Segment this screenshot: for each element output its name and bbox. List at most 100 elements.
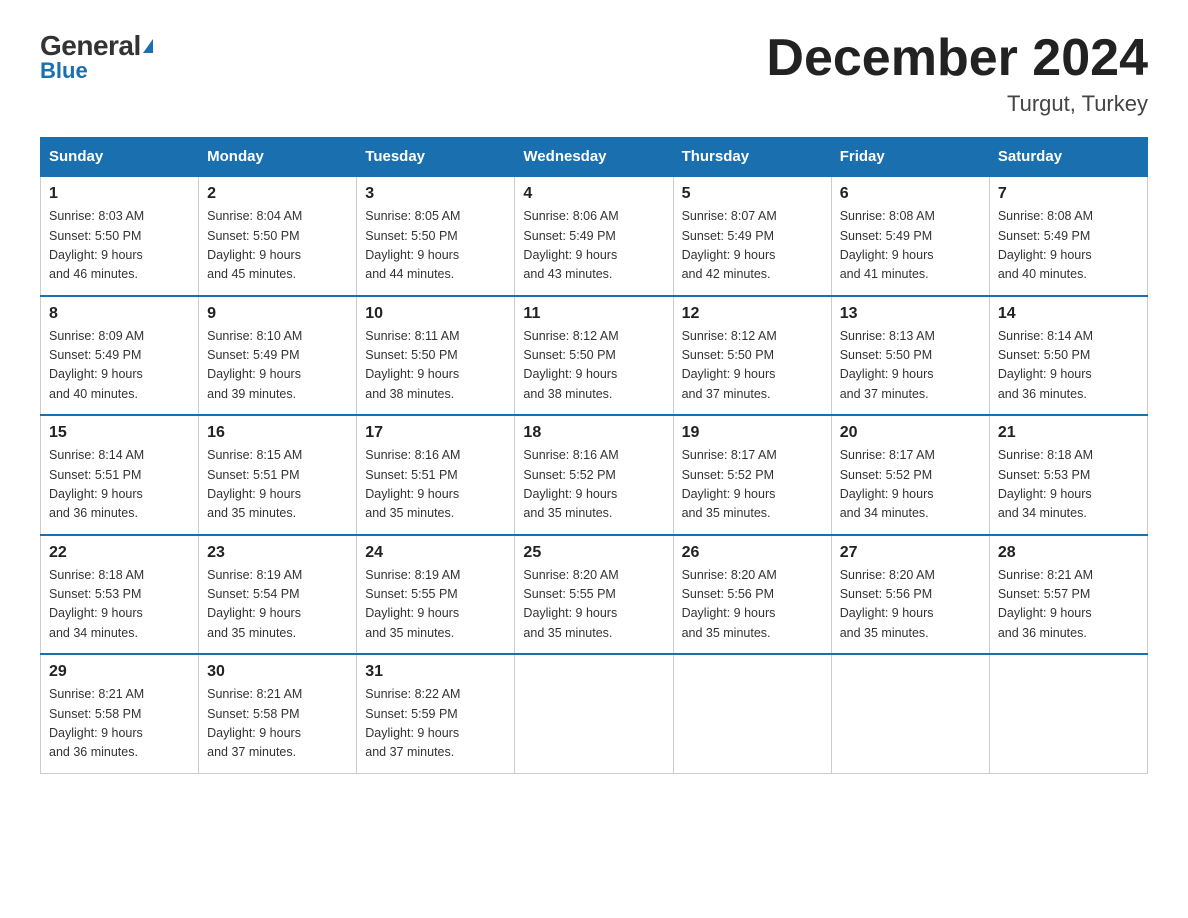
day-number: 5	[682, 185, 823, 203]
day-number: 25	[523, 544, 664, 562]
day-number: 20	[840, 424, 981, 442]
table-row: 12Sunrise: 8:12 AMSunset: 5:50 PMDayligh…	[673, 296, 831, 416]
day-number: 22	[49, 544, 190, 562]
day-number: 19	[682, 424, 823, 442]
table-row: 29Sunrise: 8:21 AMSunset: 5:58 PMDayligh…	[41, 654, 199, 773]
header-row: Sunday Monday Tuesday Wednesday Thursday…	[41, 138, 1148, 177]
table-row: 7 Sunrise: 8:08 AMSunset: 5:49 PMDaylight…	[989, 176, 1147, 296]
table-row: 9 Sunrise: 8:10 AMSunset: 5:49 PMDaylight…	[199, 296, 357, 416]
month-title: December 2024	[766, 30, 1148, 87]
day-number: 4	[523, 185, 664, 203]
day-info: Sunrise: 8:21 AMSunset: 5:58 PMDaylight:…	[207, 685, 348, 763]
day-info: Sunrise: 8:04 AMSunset: 5:50 PMDaylight:…	[207, 207, 348, 285]
table-row: 18 Sunrise: 8:16 AMSunset: 5:52 PMDayligh…	[515, 415, 673, 535]
table-row: 17 Sunrise: 8:16 AMSunset: 5:51 PMDayligh…	[357, 415, 515, 535]
title-block: December 2024 Turgut, Turkey	[766, 30, 1148, 117]
day-number: 13	[840, 305, 981, 323]
table-row: 8 Sunrise: 8:09 AMSunset: 5:49 PMDaylight…	[41, 296, 199, 416]
table-row: 31Sunrise: 8:22 AMSunset: 5:59 PMDayligh…	[357, 654, 515, 773]
table-row: 27Sunrise: 8:20 AMSunset: 5:56 PMDayligh…	[831, 535, 989, 655]
day-info: Sunrise: 8:10 AMSunset: 5:49 PMDaylight:…	[207, 327, 348, 405]
day-info: Sunrise: 8:15 AMSunset: 5:51 PMDaylight:…	[207, 446, 348, 524]
table-row	[989, 654, 1147, 773]
table-row: 2 Sunrise: 8:04 AMSunset: 5:50 PMDaylight…	[199, 176, 357, 296]
day-number: 31	[365, 663, 506, 681]
day-info: Sunrise: 8:12 AMSunset: 5:50 PMDaylight:…	[523, 327, 664, 405]
day-info: Sunrise: 8:16 AMSunset: 5:51 PMDaylight:…	[365, 446, 506, 524]
day-info: Sunrise: 8:20 AMSunset: 5:56 PMDaylight:…	[682, 566, 823, 644]
day-number: 6	[840, 185, 981, 203]
table-row: 24 Sunrise: 8:19 AMSunset: 5:55 PMDayligh…	[357, 535, 515, 655]
day-info: Sunrise: 8:08 AMSunset: 5:49 PMDaylight:…	[840, 207, 981, 285]
day-info: Sunrise: 8:20 AMSunset: 5:55 PMDaylight:…	[523, 566, 664, 644]
day-number: 8	[49, 305, 190, 323]
header-wednesday: Wednesday	[515, 138, 673, 177]
day-info: Sunrise: 8:20 AMSunset: 5:56 PMDaylight:…	[840, 566, 981, 644]
table-row: 21 Sunrise: 8:18 AMSunset: 5:53 PMDayligh…	[989, 415, 1147, 535]
day-info: Sunrise: 8:09 AMSunset: 5:49 PMDaylight:…	[49, 327, 190, 405]
table-row: 23Sunrise: 8:19 AMSunset: 5:54 PMDayligh…	[199, 535, 357, 655]
day-number: 16	[207, 424, 348, 442]
day-number: 30	[207, 663, 348, 681]
day-info: Sunrise: 8:19 AMSunset: 5:54 PMDaylight:…	[207, 566, 348, 644]
table-row: 22 Sunrise: 8:18 AMSunset: 5:53 PMDayligh…	[41, 535, 199, 655]
calendar-row: 15Sunrise: 8:14 AMSunset: 5:51 PMDayligh…	[41, 415, 1148, 535]
table-row	[673, 654, 831, 773]
day-info: Sunrise: 8:19 AMSunset: 5:55 PMDaylight:…	[365, 566, 506, 644]
table-row: 15Sunrise: 8:14 AMSunset: 5:51 PMDayligh…	[41, 415, 199, 535]
calendar-row: 8 Sunrise: 8:09 AMSunset: 5:49 PMDaylight…	[41, 296, 1148, 416]
day-number: 9	[207, 305, 348, 323]
day-number: 7	[998, 185, 1139, 203]
header-saturday: Saturday	[989, 138, 1147, 177]
table-row: 5 Sunrise: 8:07 AMSunset: 5:49 PMDaylight…	[673, 176, 831, 296]
day-number: 2	[207, 185, 348, 203]
table-row: 16 Sunrise: 8:15 AMSunset: 5:51 PMDayligh…	[199, 415, 357, 535]
day-info: Sunrise: 8:03 AMSunset: 5:50 PMDaylight:…	[49, 207, 190, 285]
table-row: 14 Sunrise: 8:14 AMSunset: 5:50 PMDayligh…	[989, 296, 1147, 416]
table-row: 3 Sunrise: 8:05 AMSunset: 5:50 PMDaylight…	[357, 176, 515, 296]
day-info: Sunrise: 8:12 AMSunset: 5:50 PMDaylight:…	[682, 327, 823, 405]
day-number: 14	[998, 305, 1139, 323]
calendar-body: 1 Sunrise: 8:03 AMSunset: 5:50 PMDaylight…	[41, 176, 1148, 773]
table-row: 11 Sunrise: 8:12 AMSunset: 5:50 PMDayligh…	[515, 296, 673, 416]
day-number: 24	[365, 544, 506, 562]
table-row: 19Sunrise: 8:17 AMSunset: 5:52 PMDayligh…	[673, 415, 831, 535]
logo: General Blue	[40, 30, 153, 84]
table-row: 4Sunrise: 8:06 AMSunset: 5:49 PMDaylight…	[515, 176, 673, 296]
calendar-row: 22 Sunrise: 8:18 AMSunset: 5:53 PMDayligh…	[41, 535, 1148, 655]
table-row: 1 Sunrise: 8:03 AMSunset: 5:50 PMDaylight…	[41, 176, 199, 296]
day-number: 3	[365, 185, 506, 203]
calendar-table: Sunday Monday Tuesday Wednesday Thursday…	[40, 137, 1148, 774]
header-friday: Friday	[831, 138, 989, 177]
table-row	[831, 654, 989, 773]
table-row: 10Sunrise: 8:11 AMSunset: 5:50 PMDayligh…	[357, 296, 515, 416]
day-info: Sunrise: 8:08 AMSunset: 5:49 PMDaylight:…	[998, 207, 1139, 285]
table-row: 13 Sunrise: 8:13 AMSunset: 5:50 PMDayligh…	[831, 296, 989, 416]
day-number: 21	[998, 424, 1139, 442]
table-row: 26 Sunrise: 8:20 AMSunset: 5:56 PMDayligh…	[673, 535, 831, 655]
day-info: Sunrise: 8:13 AMSunset: 5:50 PMDaylight:…	[840, 327, 981, 405]
table-row	[515, 654, 673, 773]
page-header: General Blue December 2024 Turgut, Turke…	[40, 30, 1148, 117]
day-info: Sunrise: 8:07 AMSunset: 5:49 PMDaylight:…	[682, 207, 823, 285]
day-info: Sunrise: 8:18 AMSunset: 5:53 PMDaylight:…	[49, 566, 190, 644]
day-number: 26	[682, 544, 823, 562]
day-info: Sunrise: 8:17 AMSunset: 5:52 PMDaylight:…	[840, 446, 981, 524]
day-number: 18	[523, 424, 664, 442]
table-row: 30 Sunrise: 8:21 AMSunset: 5:58 PMDayligh…	[199, 654, 357, 773]
calendar-row: 1 Sunrise: 8:03 AMSunset: 5:50 PMDaylight…	[41, 176, 1148, 296]
day-info: Sunrise: 8:16 AMSunset: 5:52 PMDaylight:…	[523, 446, 664, 524]
day-info: Sunrise: 8:18 AMSunset: 5:53 PMDaylight:…	[998, 446, 1139, 524]
logo-triangle-icon	[143, 39, 153, 53]
header-monday: Monday	[199, 138, 357, 177]
day-info: Sunrise: 8:05 AMSunset: 5:50 PMDaylight:…	[365, 207, 506, 285]
day-number: 28	[998, 544, 1139, 562]
location: Turgut, Turkey	[766, 91, 1148, 117]
day-number: 17	[365, 424, 506, 442]
day-info: Sunrise: 8:14 AMSunset: 5:50 PMDaylight:…	[998, 327, 1139, 405]
table-row: 28Sunrise: 8:21 AMSunset: 5:57 PMDayligh…	[989, 535, 1147, 655]
day-number: 11	[523, 305, 664, 323]
header-tuesday: Tuesday	[357, 138, 515, 177]
day-number: 1	[49, 185, 190, 203]
table-row: 20 Sunrise: 8:17 AMSunset: 5:52 PMDayligh…	[831, 415, 989, 535]
